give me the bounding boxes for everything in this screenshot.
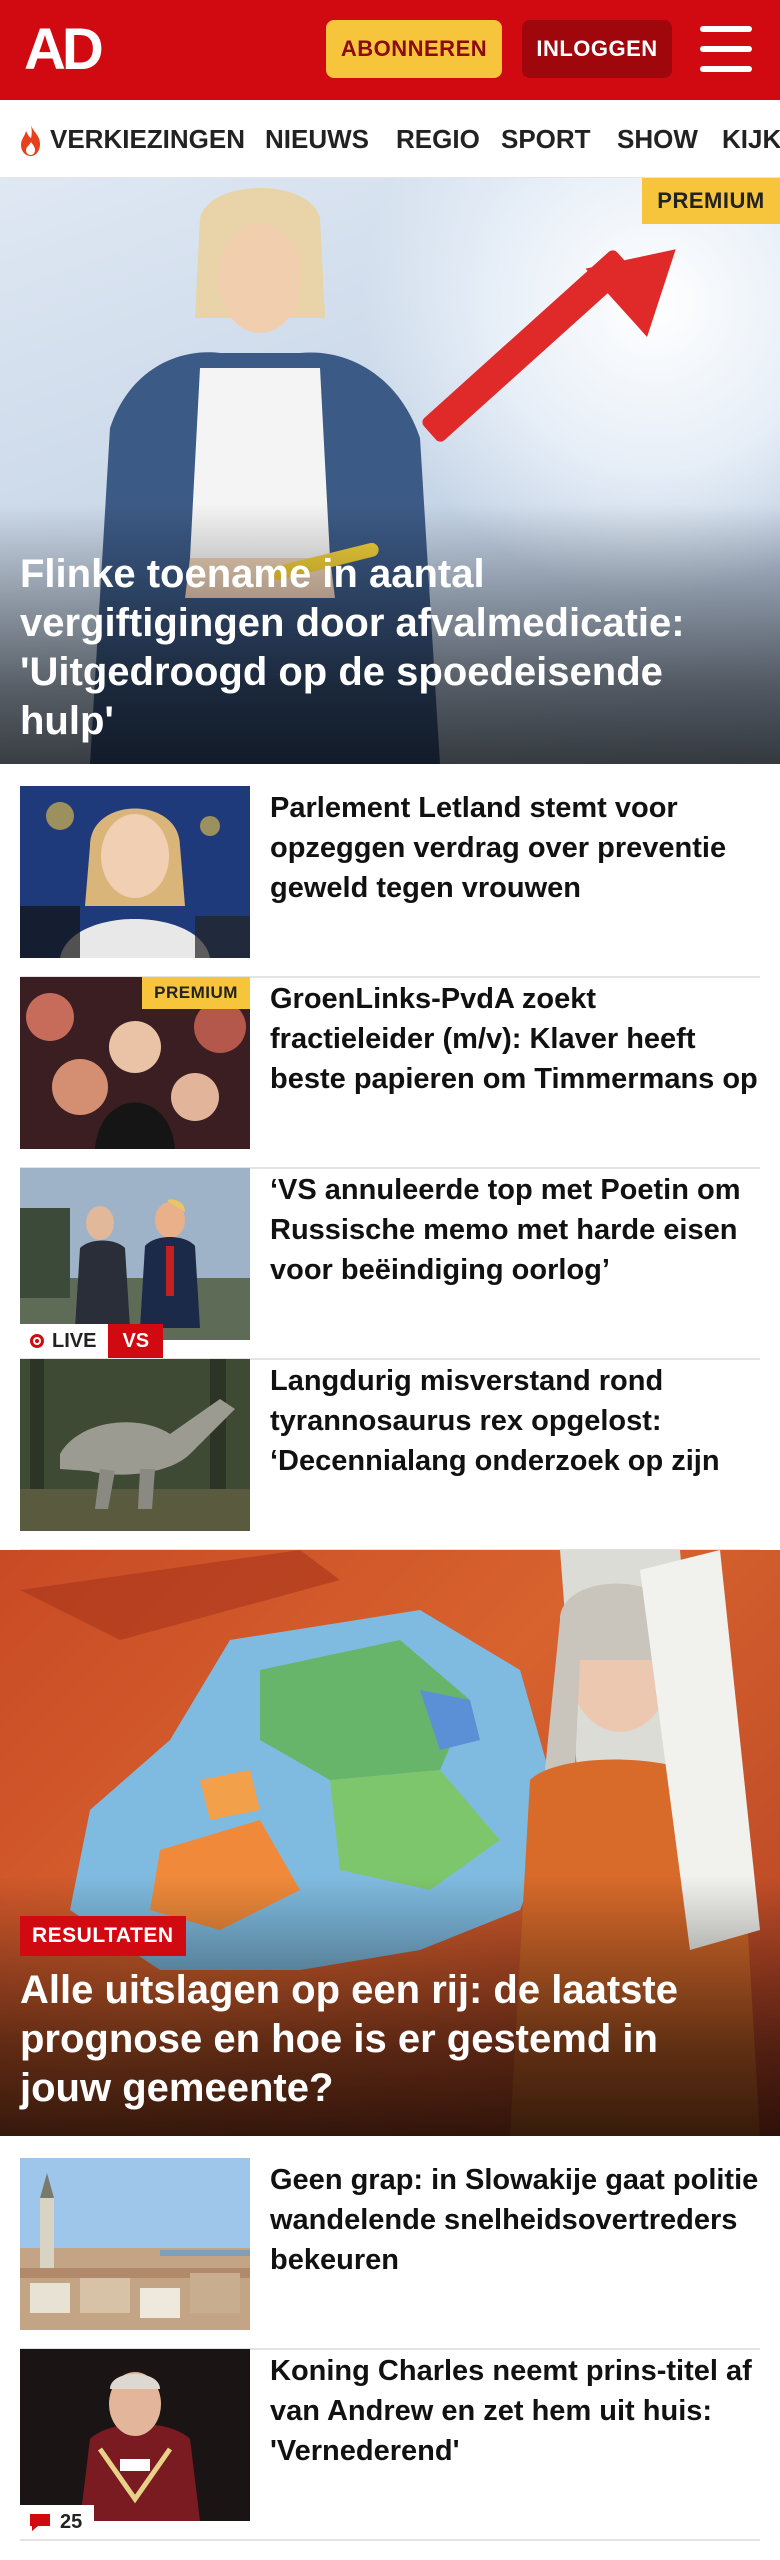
hero-headline[interactable]: Flinke toename in aantal vergiftigingen … — [20, 550, 760, 746]
article-item[interactable]: PREMIUM GroenLinks-PvdA zoekt fractielei… — [20, 977, 760, 1169]
article-thumbnail — [20, 1168, 250, 1340]
live-indicator-icon — [30, 1334, 44, 1348]
article-headline[interactable]: Langdurig misverstand rond tyrannosaurus… — [270, 1361, 760, 1481]
section-nav: VERKIEZINGEN NIEUWS REGIO SPORT SHOW KIJ… — [0, 100, 780, 178]
comment-icon — [30, 2514, 50, 2531]
article-thumbnail — [20, 2158, 250, 2330]
comment-count: 25 — [60, 2510, 83, 2533]
ad-logo[interactable]: AD — [24, 18, 104, 82]
article-headline[interactable]: ‘VS annuleerde top met Poetin om Russisc… — [270, 1170, 760, 1290]
live-badge: LIVE VS — [20, 1324, 164, 1358]
premium-badge: PREMIUM — [142, 977, 250, 1009]
nav-item-show[interactable]: SHOW — [617, 100, 698, 177]
live-label: LIVE — [52, 1329, 97, 1352]
article-headline[interactable]: Koning Charles neemt prins-titel af van … — [270, 2351, 760, 2471]
nav-item-nieuws[interactable]: NIEUWS — [265, 100, 369, 177]
article-thumbnail — [20, 786, 250, 958]
nav-item-verkiezingen[interactable]: VERKIEZINGEN — [16, 100, 246, 177]
premium-badge: PREMIUM — [642, 178, 780, 224]
article-item[interactable]: Langdurig misverstand rond tyrannosaurus… — [20, 1359, 760, 1551]
article-headline[interactable]: GroenLinks-PvdA zoekt fractieleider (m/v… — [270, 979, 760, 1099]
flame-icon — [21, 125, 40, 157]
hamburger-menu-icon[interactable] — [700, 26, 752, 72]
results-tag: RESULTATEN — [20, 1916, 186, 1956]
hero-article[interactable]: PREMIUM Flinke toename in aantal vergift… — [0, 178, 780, 764]
article-item[interactable]: 25 Koning Charles neemt prins-titel af v… — [20, 2349, 760, 2541]
article-thumbnail — [20, 2349, 250, 2521]
article-item[interactable]: Geen grap: in Slowakije gaat politie wan… — [20, 2158, 760, 2350]
nav-label: VERKIEZINGEN — [50, 124, 246, 154]
live-topic-tag: VS — [108, 1324, 164, 1358]
results-headline[interactable]: Alle uitslagen op een rij: de laatste pr… — [20, 1966, 760, 2113]
comment-count-badge[interactable]: 25 — [20, 2505, 95, 2539]
top-bar: AD ABONNEREN INLOGGEN — [0, 0, 780, 100]
article-item[interactable]: LIVE VS ‘VS annuleerde top met Poetin om… — [20, 1168, 760, 1360]
article-item[interactable]: Parlement Letland stemt voor opzeggen ve… — [20, 786, 760, 978]
results-feature[interactable]: RESULTATEN Alle uitslagen op een rij: de… — [0, 1550, 780, 2136]
article-headline[interactable]: Geen grap: in Slowakije gaat politie wan… — [270, 2160, 760, 2280]
nav-item-kijk[interactable]: KIJK — [722, 100, 780, 177]
subscribe-button[interactable]: ABONNEREN — [326, 20, 502, 78]
nav-item-sport[interactable]: SPORT — [501, 100, 591, 177]
article-headline[interactable]: Parlement Letland stemt voor opzeggen ve… — [270, 788, 760, 908]
nav-item-regio[interactable]: REGIO — [396, 100, 480, 177]
login-button[interactable]: INLOGGEN — [522, 20, 672, 78]
article-thumbnail — [20, 1359, 250, 1531]
